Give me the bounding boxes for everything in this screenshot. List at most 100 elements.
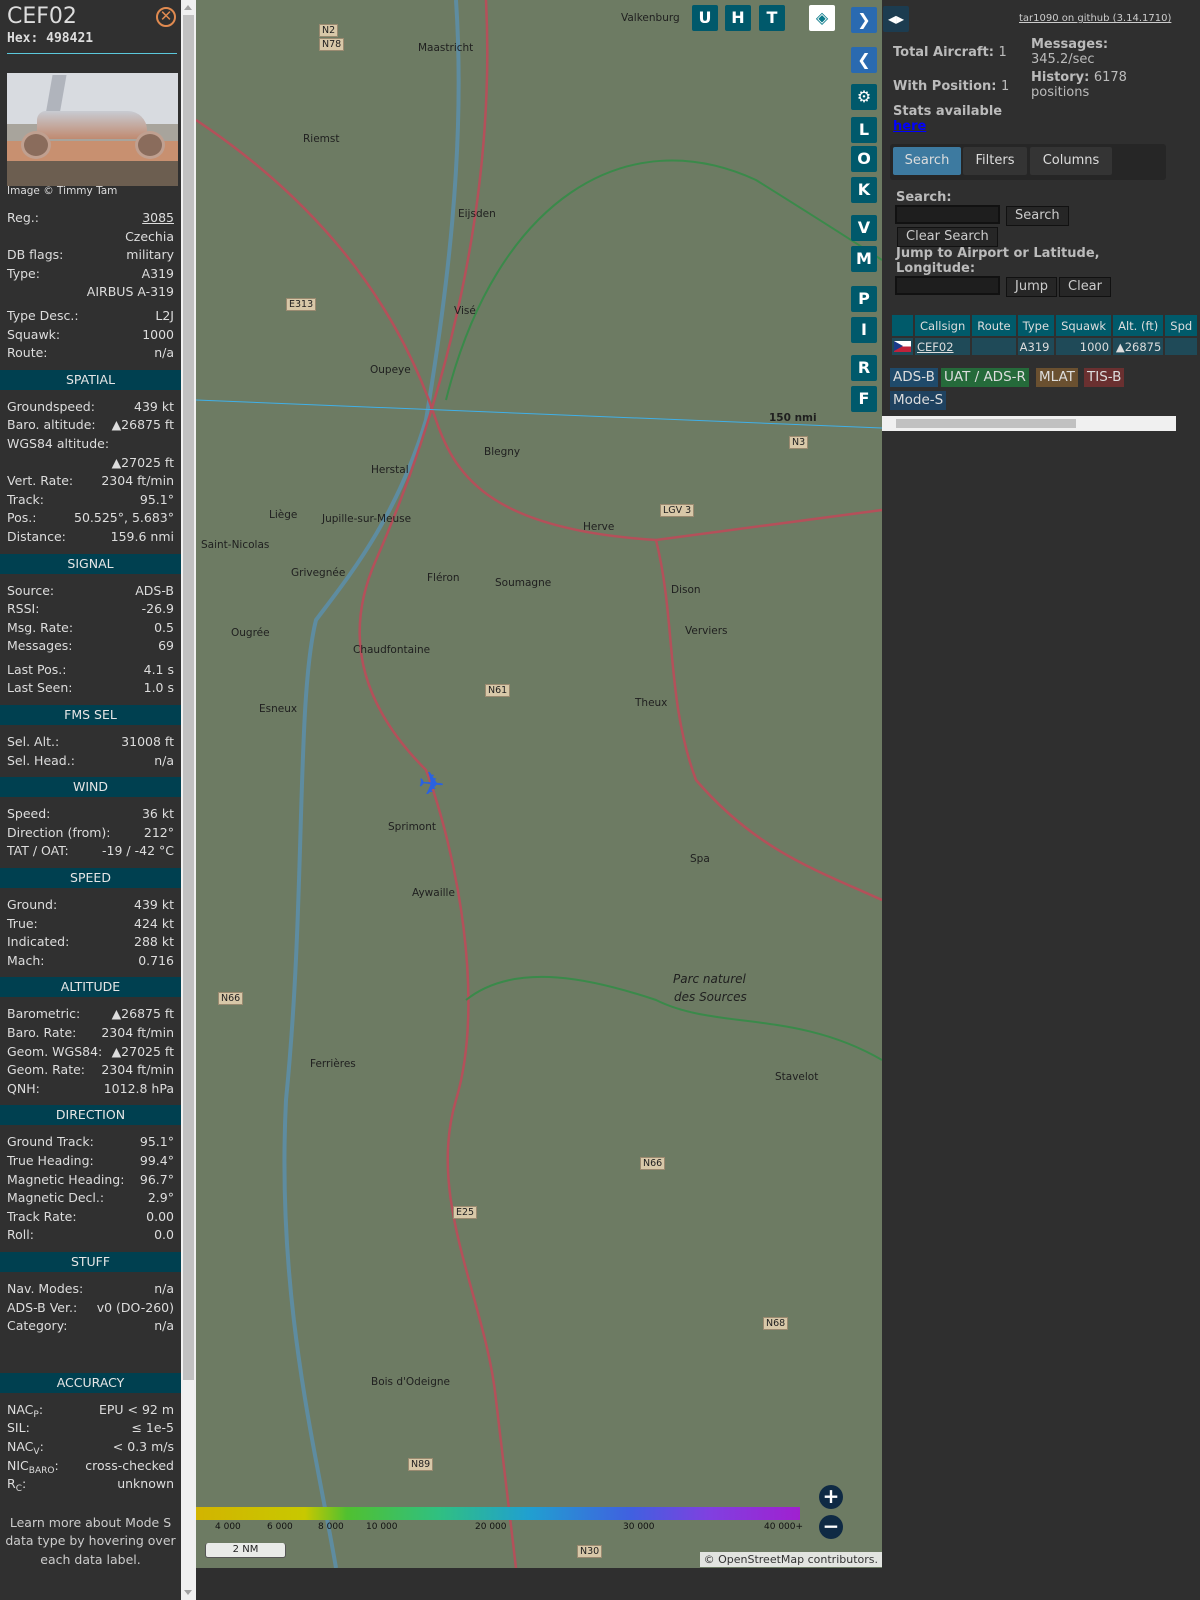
detail-value: n/a xyxy=(154,1318,174,1334)
map-button-o[interactable]: O xyxy=(851,146,877,172)
aircraft-marker-icon[interactable]: ✈ xyxy=(416,764,446,804)
source-badge-uat-ads-r[interactable]: UAT / ADS-R xyxy=(941,368,1029,387)
expand-right-button[interactable]: ❯ xyxy=(851,7,877,33)
map-button-i[interactable]: I xyxy=(851,317,877,343)
source-badge-mode-s[interactable]: Mode-S xyxy=(890,391,947,410)
column-header-squawk[interactable]: Squawk xyxy=(1056,315,1112,336)
source-badge-mlat[interactable]: MLAT xyxy=(1036,368,1078,387)
column-header-type[interactable]: Type xyxy=(1017,315,1055,336)
detail-label: Last Seen: xyxy=(7,680,73,696)
detail-row: ▲27025 ft xyxy=(0,454,181,473)
detail-value: 36 kt xyxy=(141,806,174,822)
detail-value: ▲26875 ft xyxy=(111,1006,174,1022)
column-header-alt-ft-[interactable]: Alt. (ft) xyxy=(1113,315,1164,336)
legend-label: 4 000 xyxy=(215,1522,241,1532)
zoom-in-button[interactable]: + xyxy=(819,1485,843,1509)
map-button-v[interactable]: V xyxy=(851,215,877,241)
aircraft-details-sidebar: CEF02 Hex: 498421 ✕ Image © Timmy Tam Re… xyxy=(0,0,181,1600)
detail-row: QNH: 1012.8 hPa xyxy=(0,1080,181,1099)
map-button-r[interactable]: R xyxy=(851,355,877,381)
map-button-k[interactable]: K xyxy=(851,177,877,203)
jump-button[interactable]: Jump xyxy=(1006,277,1057,297)
column-header-flag[interactable] xyxy=(892,315,913,336)
detail-value: 159.6 nmi xyxy=(110,528,174,544)
zoom-out-button[interactable]: − xyxy=(819,1515,843,1539)
clear-jump-button[interactable]: Clear xyxy=(1059,277,1111,297)
map-button-p[interactable]: P xyxy=(851,286,877,312)
detail-row: NACP: EPU < 92 m xyxy=(0,1401,181,1420)
detail-value[interactable]: 3085 xyxy=(142,209,174,228)
table-row[interactable]: CEF02 A319 1000 ▲26875 xyxy=(892,338,1198,355)
detail-row: SIL: ≤ 1e-5 xyxy=(0,1419,181,1438)
stats-link[interactable]: here xyxy=(893,119,926,134)
road-label: N78 xyxy=(319,38,345,51)
town-label: Valkenburg xyxy=(621,12,680,24)
details-list: Reg.: 3085 Czechia DB flags: military Type: A3… xyxy=(0,209,181,1569)
collapse-left-button[interactable]: ❮ xyxy=(851,47,877,73)
detail-value: 288 kt xyxy=(134,934,174,950)
detail-row: Sel. Head.: n/a xyxy=(0,752,181,771)
close-icon[interactable]: ✕ xyxy=(156,7,176,27)
column-header-callsign[interactable]: Callsign xyxy=(915,315,971,336)
aircraft-photo[interactable] xyxy=(7,73,178,186)
detail-value: 0.5 xyxy=(154,619,174,635)
map-button-m[interactable]: M xyxy=(851,246,877,272)
scrollbar-thumb[interactable] xyxy=(183,15,194,1380)
section-header-fms-sel: FMS SEL xyxy=(0,705,181,726)
detail-label: Category: xyxy=(7,1318,68,1334)
map-button-t[interactable]: T xyxy=(759,5,785,31)
town-label: Oupeye xyxy=(370,364,411,376)
sidebar-scrollbar[interactable] xyxy=(181,0,196,1600)
clear-search-button[interactable]: Clear Search xyxy=(897,227,998,247)
map-button-h[interactable]: H xyxy=(725,5,751,31)
legend-label: 6 000 xyxy=(267,1522,293,1532)
detail-label: Messages: xyxy=(7,638,73,654)
tab-filters[interactable]: Filters xyxy=(963,147,1027,175)
detail-label: Ground: xyxy=(7,897,58,913)
town-label: Theux xyxy=(635,697,668,709)
with-position-label: With Position: xyxy=(893,79,997,94)
column-header-route[interactable]: Route xyxy=(972,315,1016,336)
detail-row: Distance: 159.6 nmi xyxy=(0,528,181,547)
tab-search[interactable]: Search xyxy=(893,147,961,175)
town-label: Sprimont xyxy=(388,821,436,833)
source-badge-ads-b[interactable]: ADS-B xyxy=(890,368,938,387)
jump-input[interactable] xyxy=(895,276,1000,295)
photo-caption: Image © Timmy Tam xyxy=(7,185,118,197)
map-button-f[interactable]: F xyxy=(851,386,877,412)
map-button-l[interactable]: L xyxy=(851,117,877,143)
map-button-u[interactable]: U xyxy=(692,5,718,31)
layers-button[interactable]: ◈ xyxy=(809,5,835,31)
detail-label: NICBARO: xyxy=(7,1457,59,1476)
column-header-spd[interactable]: Spd xyxy=(1165,315,1198,336)
github-link[interactable]: tar1090 on github (3.14.1710) xyxy=(1019,13,1171,24)
map-attribution[interactable]: © OpenStreetMap contributors. xyxy=(699,1552,882,1567)
detail-value: v0 (DO-260) xyxy=(96,1299,174,1315)
detail-label: True: xyxy=(7,915,38,931)
detail-value: EPU < 92 m xyxy=(98,1401,174,1417)
search-button[interactable]: Search xyxy=(1006,206,1069,226)
settings-gear-icon[interactable]: ⚙ xyxy=(851,84,877,110)
toggle-panel-button[interactable]: ◂▸ xyxy=(883,6,909,32)
town-label: Liège xyxy=(269,509,298,521)
detail-value: ≤ 1e-5 xyxy=(131,1420,174,1436)
town-label: Spa xyxy=(690,853,710,865)
road-label: N61 xyxy=(485,684,511,697)
detail-label: Squawk: xyxy=(7,326,61,342)
detail-label: Type Desc.: xyxy=(7,307,79,323)
search-input[interactable] xyxy=(895,205,1000,224)
detail-row: Roll: 0.0 xyxy=(0,1226,181,1245)
detail-label: Indicated: xyxy=(7,934,70,950)
detail-row: Track: 95.1° xyxy=(0,491,181,510)
table-horizontal-scrollbar[interactable] xyxy=(882,416,1176,431)
detail-value: < 0.3 m/s xyxy=(112,1438,174,1454)
tab-columns[interactable]: Columns xyxy=(1030,147,1112,175)
detail-row: RC: unknown xyxy=(0,1475,181,1494)
section-header-signal: SIGNAL xyxy=(0,553,181,574)
detail-value: 95.1° xyxy=(139,1134,174,1150)
messages-value: 345.2/sec xyxy=(1031,52,1095,67)
source-badge-tis-b[interactable]: TIS-B xyxy=(1084,368,1125,387)
cell-callsign[interactable]: CEF02 xyxy=(915,338,971,355)
detail-label: Direction (from): xyxy=(7,824,111,840)
map[interactable]: Maastricht Valkenburg Riemst Eijsden Visé Oup… xyxy=(196,0,882,1568)
